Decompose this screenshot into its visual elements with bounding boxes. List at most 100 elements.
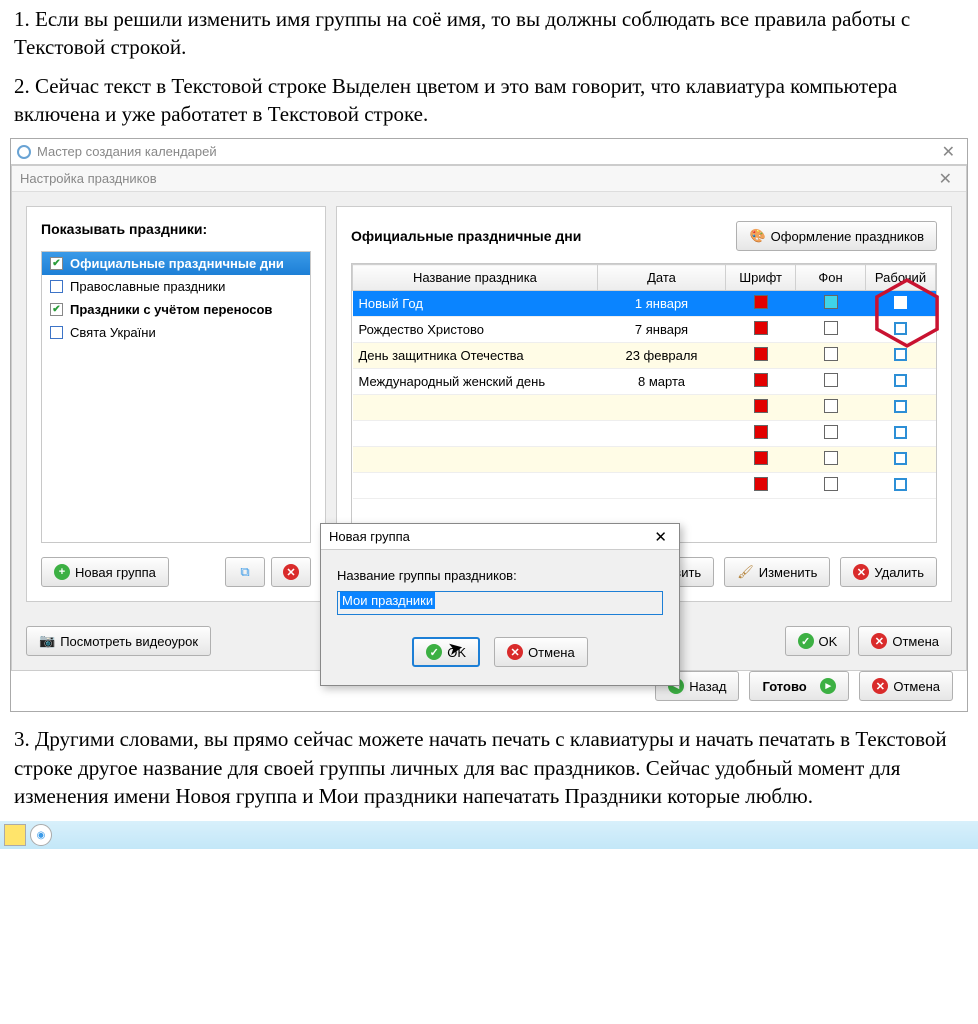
dialog-cancel-button[interactable]: ✕Отмена [494,637,588,667]
col-font[interactable]: Шрифт [726,265,796,291]
table-row[interactable]: Рождество Христово7 января [353,317,936,343]
cell-bg[interactable] [796,421,866,447]
table-row[interactable]: День защитника Отечества23 февраля [353,343,936,369]
edit-button[interactable]: 🖌Изменить [724,557,830,587]
cell-font[interactable] [726,317,796,343]
color-swatch [824,321,838,335]
taskbar: ◉ [0,821,978,849]
cell-name [353,421,598,447]
group-name-label: Название группы праздников: [337,568,663,583]
color-swatch [754,321,768,335]
button-label: Назад [689,679,726,694]
col-date[interactable]: Дата [597,265,725,291]
cell-work[interactable] [866,447,936,473]
color-swatch [824,425,838,439]
color-swatch [824,347,838,361]
color-swatch [824,451,838,465]
cell-date [597,421,725,447]
taskbar-app-icon[interactable] [4,824,26,846]
category-label: Официальные праздничные дни [70,256,284,271]
holidays-heading: Официальные праздничные дни [351,228,581,244]
checkbox-icon [894,426,907,439]
col-bg[interactable]: Фон [796,265,866,291]
copy-button[interactable]: ⧉ [225,557,265,587]
video-tutorial-button[interactable]: 📷Посмотреть видеоурок [26,626,211,656]
cell-font[interactable] [726,395,796,421]
cell-bg[interactable] [796,395,866,421]
delete-category-button[interactable]: ✕ [271,557,311,587]
checkbox-icon[interactable] [50,326,63,339]
button-label: Готово [762,679,806,694]
dialog-titlebar: Новая группа ✕ [321,524,679,550]
group-name-input[interactable]: Мои праздники [337,591,663,615]
table-row[interactable]: Новый Год1 января [353,291,936,317]
button-label: Отмена [892,634,939,649]
cell-font[interactable] [726,447,796,473]
category-item-orthodox[interactable]: Православные праздники [42,275,310,298]
cell-bg[interactable] [796,317,866,343]
cell-work[interactable] [866,369,936,395]
button-label: Оформление праздников [771,229,924,244]
table-row[interactable] [353,447,936,473]
cell-bg[interactable] [796,447,866,473]
cell-bg[interactable] [796,343,866,369]
cell-date [597,395,725,421]
cell-date: 23 февраля [597,343,725,369]
table-row[interactable] [353,421,936,447]
checkbox-icon [894,374,907,387]
button-label: Отмена [528,645,575,660]
cell-name [353,447,598,473]
ok-button[interactable]: ✓OK [785,626,851,656]
color-swatch [754,373,768,387]
subwindow-titlebar: Настройка праздников ✕ [12,166,966,192]
cell-bg[interactable] [796,473,866,499]
checkbox-icon[interactable] [50,257,63,270]
close-icon[interactable]: ✕ [650,528,671,546]
decorate-button[interactable]: 🎨Оформление праздников [736,221,937,251]
cell-font[interactable] [726,421,796,447]
cell-bg[interactable] [796,369,866,395]
category-item-transfers[interactable]: Праздники с учётом переносов [42,298,310,321]
cell-font[interactable] [726,369,796,395]
cell-bg[interactable] [796,291,866,317]
new-group-button[interactable]: +Новая группа [41,557,169,587]
table-row[interactable]: Международный женский день8 марта [353,369,936,395]
color-swatch [754,399,768,413]
table-row[interactable] [353,473,936,499]
holidays-table: Название праздника Дата Шрифт Фон Рабочи… [351,263,937,543]
category-item-official[interactable]: Официальные праздничные дни [42,252,310,275]
color-swatch [824,295,838,309]
category-label: Православные праздники [70,279,225,294]
delete-button[interactable]: ✕ Удалить [840,557,937,587]
cell-date: 1 января [597,291,725,317]
checkbox-icon[interactable] [50,303,63,316]
hexagon-annotation [872,278,942,348]
table-row[interactable] [353,395,936,421]
cancel-wizard-button[interactable]: ✕Отмена [859,671,953,701]
cell-font[interactable] [726,291,796,317]
cell-name: Новый Год [353,291,598,317]
button-label: Изменить [759,565,818,580]
cell-work[interactable] [866,421,936,447]
checkbox-icon [894,348,907,361]
taskbar-app-icon[interactable]: ◉ [30,824,52,846]
checkbox-icon[interactable] [50,280,63,293]
cell-font[interactable] [726,473,796,499]
plus-icon: + [54,564,70,580]
copy-icon: ⧉ [240,564,249,580]
color-swatch [824,399,838,413]
category-label: Свята України [70,325,156,340]
cancel-button[interactable]: ✕Отмена [858,626,952,656]
cell-work[interactable] [866,473,936,499]
close-icon[interactable]: ✕ [933,169,958,189]
button-label: Удалить [874,565,924,580]
col-name[interactable]: Название праздника [353,265,598,291]
cell-work[interactable] [866,395,936,421]
input-selected-text: Мои праздники [340,592,435,609]
category-item-ukraine[interactable]: Свята України [42,321,310,344]
close-icon[interactable]: ✕ [936,142,961,162]
x-icon: ✕ [853,564,869,580]
cell-font[interactable] [726,343,796,369]
done-button[interactable]: Готово [749,671,849,701]
dialog-title: Новая группа [329,529,410,544]
